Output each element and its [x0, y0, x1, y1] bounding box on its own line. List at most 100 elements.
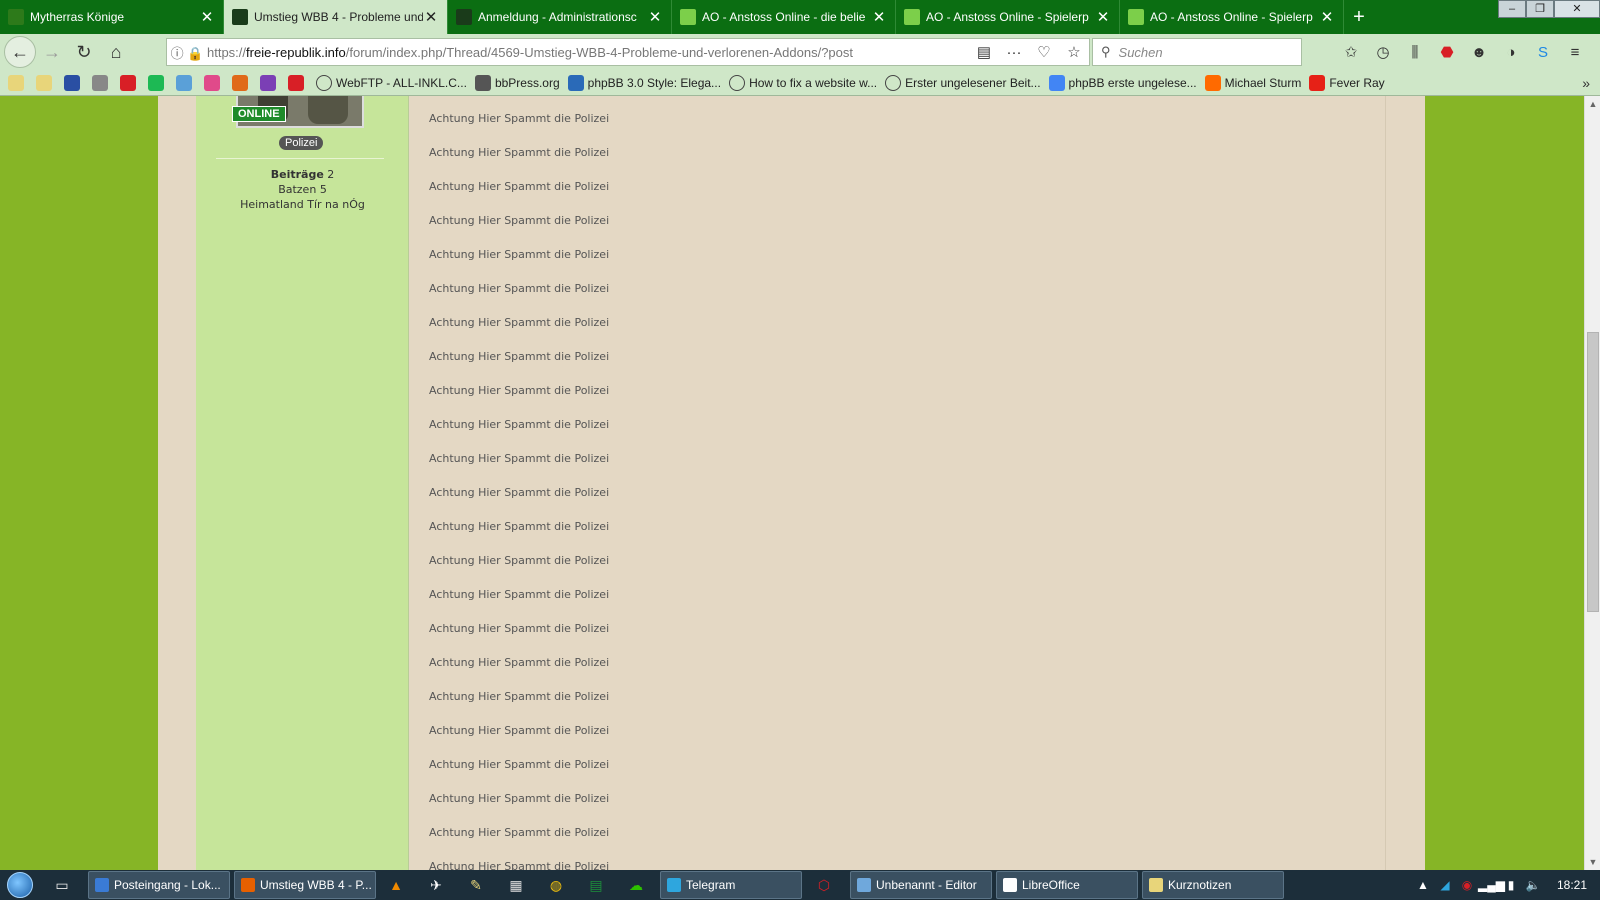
bookmark-item[interactable]: bbPress.org [474, 74, 560, 91]
bookmark-item[interactable] [8, 74, 28, 91]
bookmarks-menu-icon[interactable]: ✩ [1335, 38, 1367, 66]
bookmark-item[interactable]: phpBB erste ungelese... [1048, 74, 1197, 91]
tray-expand-icon[interactable]: ▲ [1412, 878, 1434, 892]
network-icon[interactable]: ▂▄▆ [1478, 878, 1505, 892]
site-info-icon[interactable]: ⓘ 🔒 [167, 43, 207, 62]
volume-icon[interactable]: 🔈 [1522, 878, 1544, 892]
scroll-down-icon[interactable]: ▼ [1585, 854, 1600, 870]
address-bar[interactable]: ⓘ 🔒 https://freie-republik.info/forum/in… [166, 38, 1090, 66]
tray-app-icon[interactable]: ◉ [1456, 878, 1478, 892]
stat-key[interactable]: Beiträge [271, 168, 324, 181]
tab-close-icon[interactable]: ✕ [871, 8, 887, 26]
new-tab-button[interactable]: + [1344, 0, 1374, 34]
bookmark-item[interactable] [148, 74, 168, 91]
taskbar-item-label: Posteingang - Lok... [114, 878, 221, 892]
menu-icon[interactable]: ≡ [1559, 38, 1591, 66]
skype-extension-icon[interactable]: S [1527, 38, 1559, 66]
bookmark-item[interactable]: Michael Sturm [1204, 74, 1301, 91]
network-tool-icon[interactable]: ✈ [422, 871, 450, 899]
notes-app-icon[interactable]: ✎ [462, 871, 490, 899]
tab-close-icon[interactable]: ✕ [1095, 8, 1111, 26]
tab-close-icon[interactable]: ✕ [199, 8, 215, 26]
browser-tab[interactable]: AO - Anstoss Online - die belie ✕ [672, 0, 896, 34]
netflix-icon [120, 74, 136, 91]
bookmark-item[interactable]: Fever Ray [1309, 74, 1385, 91]
bookmark-item[interactable] [176, 74, 196, 91]
huawei-icon [288, 74, 304, 91]
post-text-line: Achtung Hier Spammt die Polizei [429, 452, 610, 465]
back-button[interactable]: ← [4, 36, 36, 68]
tab-close-icon[interactable]: ✕ [1319, 8, 1335, 26]
pdf-reader-icon[interactable]: ⬡ [810, 871, 838, 899]
post-text-line: Achtung Hier Spammt die Polizei [429, 248, 610, 261]
mask-extension-icon[interactable]: ☻ [1463, 38, 1495, 66]
bookmark-item[interactable]: How to fix a website w... [729, 74, 877, 91]
taskbar-item[interactable]: LibreOffice [996, 871, 1138, 899]
bookmark-item[interactable] [204, 74, 224, 91]
page-actions-icon[interactable]: ··· [999, 44, 1029, 61]
bookmark-star-icon[interactable]: ☆ [1059, 43, 1089, 61]
minimize-button[interactable]: – [1498, 0, 1526, 18]
taskbar-item[interactable]: Kurznotizen [1142, 871, 1284, 899]
tab-favicon-icon [904, 9, 920, 25]
bookmarks-overflow-icon[interactable]: » [1582, 75, 1590, 91]
taskbar-item-label: Unbenannt - Editor [876, 878, 977, 892]
url-text[interactable]: https://freie-republik.info/forum/index.… [207, 45, 969, 60]
adblock-icon[interactable]: ⬣ [1431, 38, 1463, 66]
search-input[interactable]: ⚲ Suchen [1092, 38, 1302, 66]
clock[interactable]: 18:21 [1544, 878, 1600, 892]
bbpress-icon [474, 74, 491, 91]
taskbar-app-icon [857, 878, 871, 892]
library-icon[interactable]: ⫼ [1399, 38, 1431, 66]
post-text-line: Achtung Hier Spammt die Polizei [429, 316, 610, 329]
taskbar-app-icon [241, 878, 255, 892]
reader-view-icon[interactable]: ▤ [969, 43, 999, 61]
home-button[interactable]: ⌂ [100, 36, 132, 68]
pocket-icon[interactable]: ♡ [1029, 43, 1059, 61]
browser-tab[interactable]: Anmeldung - Administrationsc ✕ [448, 0, 672, 34]
explorer-icon[interactable]: ▭ [48, 871, 76, 899]
taskbar-item[interactable]: Posteingang - Lok... [88, 871, 230, 899]
start-button[interactable] [0, 870, 40, 900]
vlc-icon[interactable]: ▲ [382, 871, 410, 899]
tab-close-icon[interactable]: ✕ [647, 8, 663, 26]
toggle-extension-icon[interactable]: ◑ [1495, 38, 1527, 66]
bookmark-item[interactable] [232, 74, 252, 91]
battery-icon[interactable]: ▮ [1500, 878, 1522, 892]
history-icon[interactable]: ◷ [1367, 38, 1399, 66]
chrome-icon[interactable]: ◍ [542, 871, 570, 899]
taskbar-item[interactable]: Umstieg WBB 4 - P... [234, 871, 376, 899]
bookmark-item[interactable] [288, 74, 308, 91]
browser-tab[interactable]: Mytherras Könige ✕ [0, 0, 224, 34]
browser-tab[interactable]: AO - Anstoss Online - Spielerp ✕ [896, 0, 1120, 34]
bookmarks-container: WebFTP - ALL-INKL.C... bbPress.org phpBB 3… [0, 74, 1385, 91]
spreadsheet-icon[interactable]: ▤ [582, 871, 610, 899]
vertical-scrollbar[interactable]: ▲ ▼ [1584, 96, 1600, 870]
bookmark-item[interactable] [64, 74, 84, 91]
bookmark-item[interactable] [120, 74, 140, 91]
browser-tab[interactable]: AO - Anstoss Online - Spielerp ✕ [1120, 0, 1344, 34]
globe-icon [885, 74, 902, 91]
system-tray: ▲ ◢ ◉ ▂▄▆ ▮ 🔈 18:21 [1412, 870, 1600, 900]
wechat-icon[interactable]: ☁ [622, 871, 650, 899]
bookmark-item[interactable]: Erster ungelesener Beit... [885, 74, 1041, 91]
scrollbar-thumb[interactable] [1587, 332, 1599, 612]
bookmark-item[interactable]: phpBB 3.0 Style: Elega... [567, 74, 721, 91]
folder-icon [36, 74, 52, 91]
bookmark-item[interactable] [36, 74, 56, 91]
bookmark-item[interactable]: WebFTP - ALL-INKL.C... [316, 74, 467, 91]
bookmark-item[interactable] [92, 74, 112, 91]
reload-button[interactable]: ↻ [68, 36, 100, 68]
bookmark-item[interactable] [260, 74, 280, 91]
taskbar-item[interactable]: Telegram [660, 871, 802, 899]
taskbar-item[interactable]: Unbenannt - Editor [850, 871, 992, 899]
forward-button[interactable]: → [36, 36, 68, 68]
maximize-button[interactable]: ❐ [1526, 0, 1554, 18]
tab-close-icon[interactable]: ✕ [423, 8, 439, 26]
browser-tab[interactable]: Umstieg WBB 4 - Probleme und ✕ [224, 0, 448, 34]
calculator-icon[interactable]: ▦ [502, 871, 530, 899]
close-window-button[interactable]: ✕ [1554, 0, 1600, 18]
post-text-line: Achtung Hier Spammt die Polizei [429, 554, 610, 567]
telegram-tray-icon[interactable]: ◢ [1434, 878, 1456, 892]
scroll-up-icon[interactable]: ▲ [1585, 96, 1600, 112]
